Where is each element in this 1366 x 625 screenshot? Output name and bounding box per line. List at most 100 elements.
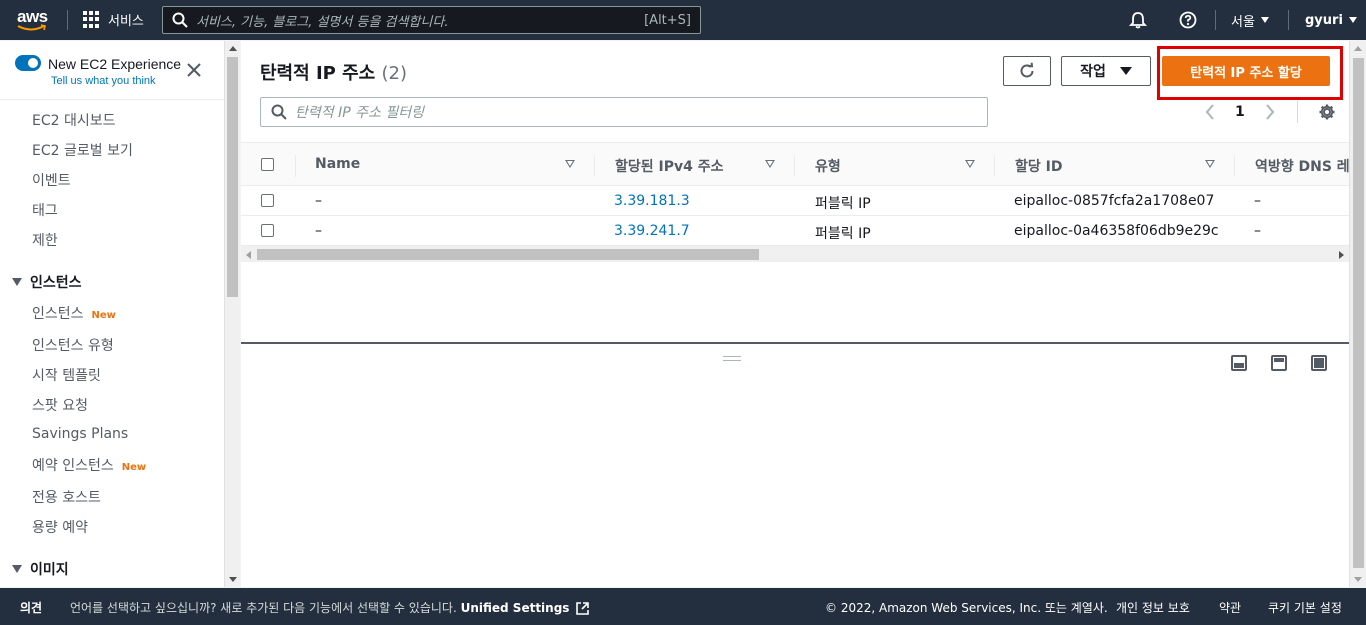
footer: 의견 언어를 선택하고 싶으십니까? 새로 추가된 다음 기능에서 선택할 수 … [0, 588, 1366, 625]
page-title-text: 탄력적 IP 주소 [260, 63, 376, 84]
copyright-text: © 2022, Amazon Web Services, Inc. 또는 계열사… [825, 601, 1108, 615]
language-notice: 언어를 선택하고 싶으십니까? 새로 추가된 다음 기능에서 선택할 수 있습니… [70, 599, 590, 616]
sidebar-item-dedicated-hosts[interactable]: 전용 호스트 [32, 487, 101, 507]
column-divider [794, 155, 795, 177]
nav-divider [67, 10, 68, 30]
column-divider [295, 155, 296, 177]
terms-link[interactable]: 약관 [1219, 599, 1241, 616]
sidebar-item-capacity-reservations[interactable]: 용량 예약 [32, 517, 88, 537]
search-shortcut: [Alt+S] [644, 12, 691, 28]
cell-ipv4-link[interactable]: 3.39.181.3 [614, 193, 690, 209]
sidebar-item-global-view[interactable]: EC2 글로벌 보기 [32, 140, 133, 160]
sidebar-item-savings-plans[interactable]: Savings Plans [32, 426, 128, 442]
scroll-up-icon[interactable] [1354, 46, 1362, 51]
cookie-preferences-link[interactable]: 쿠키 기본 설정 [1268, 599, 1342, 616]
sidebar-item-instance-types[interactable]: 인스턴스 유형 [32, 335, 114, 355]
caret-down-icon [12, 278, 22, 286]
row-checkbox[interactable] [261, 224, 274, 237]
column-header-type[interactable]: 유형 [815, 156, 841, 176]
column-divider [1234, 155, 1235, 177]
cell-name: – [315, 223, 322, 239]
cell-ipv4-link[interactable]: 3.39.241.7 [614, 223, 690, 239]
section-label: 인스턴스 [30, 275, 82, 291]
sidebar-section-instances[interactable]: 인스턴스 [12, 272, 82, 292]
sidebar-item-reserved-instances[interactable]: 예약 인스턴스 New [32, 455, 146, 475]
scroll-down-icon[interactable] [229, 577, 237, 582]
aws-logo[interactable]: aws [17, 8, 51, 32]
page-number[interactable]: 1 [1235, 104, 1245, 120]
sort-icon[interactable] [1205, 160, 1215, 168]
feedback-link[interactable]: Tell us what you think [51, 75, 156, 87]
chevron-right-icon[interactable] [1265, 104, 1275, 120]
user-label: gyuri [1305, 12, 1343, 28]
column-header-name[interactable]: Name [315, 156, 360, 172]
scroll-up-icon[interactable] [229, 46, 237, 51]
allocate-elastic-ip-button[interactable]: 탄력적 IP 주소 할당 [1162, 56, 1330, 86]
bell-icon [1129, 12, 1147, 29]
resize-grip-icon[interactable] [723, 356, 741, 361]
region-selector[interactable]: 서울 [1231, 0, 1269, 40]
sidebar-item-instances[interactable]: 인스턴스 New [32, 303, 116, 323]
sidebar-section-images[interactable]: 이미지 [12, 559, 69, 579]
column-divider [594, 155, 595, 177]
scroll-right-icon[interactable] [1339, 251, 1344, 259]
sidebar-item-tags[interactable]: 태그 [32, 200, 58, 220]
filter-input[interactable]: 탄력적 IP 주소 필터링 [260, 97, 988, 127]
scroll-thumb[interactable] [227, 57, 238, 297]
item-count: (2) [381, 63, 408, 84]
notifications-button[interactable] [1129, 0, 1147, 40]
sidebar-item-spot-requests[interactable]: 스팟 요청 [32, 395, 88, 415]
sidebar-item-label: 예약 인스턴스 [32, 458, 114, 474]
sidebar-item-dashboard[interactable]: EC2 대시보드 [32, 110, 116, 130]
sort-icon[interactable] [765, 160, 775, 168]
column-header-ipv4[interactable]: 할당된 IPv4 주소 [615, 156, 724, 176]
feedback-link[interactable]: 의견 [20, 599, 42, 616]
cell-type: 퍼블릭 IP [815, 226, 871, 242]
table-row[interactable]: – 3.39.241.7 퍼블릭 IP eipalloc-0a46358f06d… [241, 216, 1349, 246]
split-full-icon[interactable] [1311, 355, 1327, 371]
main-scrollbar[interactable] [1349, 41, 1366, 587]
cell-name: – [315, 193, 322, 209]
actions-dropdown-button[interactable]: 작업 [1061, 56, 1151, 86]
scroll-thumb[interactable] [257, 249, 759, 260]
unified-settings-link[interactable]: Unified Settings [461, 601, 570, 615]
search-icon [271, 104, 287, 120]
table-row[interactable]: – 3.39.181.3 퍼블릭 IP eipalloc-0857fcfa2a1… [241, 186, 1349, 216]
scroll-down-icon[interactable] [1354, 577, 1362, 582]
scroll-thumb[interactable] [1353, 58, 1364, 568]
caret-down-icon [1119, 67, 1132, 75]
global-search-input[interactable]: 서비스, 기능, 블로그, 설명서 등을 검색합니다. [Alt+S] [162, 6, 701, 34]
sidebar-scrollbar[interactable] [224, 41, 240, 587]
region-label: 서울 [1231, 14, 1255, 30]
account-menu[interactable]: gyuri [1305, 0, 1357, 40]
privacy-link[interactable]: 개인 정보 보호 [1116, 599, 1190, 616]
column-header-reverse-dns[interactable]: 역방향 DNS 레 [1255, 156, 1350, 176]
chevron-left-icon[interactable] [1205, 104, 1215, 120]
table-horizontal-scrollbar[interactable] [241, 246, 1349, 262]
row-checkbox[interactable] [261, 194, 274, 207]
refresh-button[interactable] [1003, 56, 1051, 86]
gear-icon[interactable] [1318, 103, 1336, 121]
sidebar-item-launch-templates[interactable]: 시작 템플릿 [32, 365, 101, 385]
sidebar-item-limits[interactable]: 제한 [32, 230, 58, 250]
sidebar-item-events[interactable]: 이벤트 [32, 170, 71, 190]
sort-icon[interactable] [565, 160, 575, 168]
pagination: 1 [1205, 101, 1336, 123]
split-half-icon[interactable] [1271, 355, 1287, 371]
close-icon[interactable] [185, 61, 203, 79]
column-header-allocation-id[interactable]: 할당 ID [1015, 156, 1062, 176]
sort-icon[interactable] [965, 160, 975, 168]
sidebar-item-label: 스팟 요청 [32, 398, 88, 414]
split-panel-divider[interactable] [241, 342, 1349, 344]
new-experience-toggle[interactable] [15, 55, 41, 71]
sidebar: New EC2 Experience Tell us what you thin… [0, 41, 224, 587]
services-menu-button[interactable]: 서비스 [83, 10, 144, 29]
sidebar-item-label: Savings Plans [32, 426, 129, 442]
help-button[interactable] [1179, 0, 1197, 40]
select-all-checkbox[interactable] [261, 158, 274, 171]
top-navigation: aws 서비스 서비스, 기능, 블로그, 설명서 등을 검색합니다. [Alt… [0, 0, 1366, 40]
search-icon [172, 12, 188, 28]
split-bottom-icon[interactable] [1231, 355, 1247, 371]
scroll-left-icon[interactable] [246, 251, 251, 259]
grid-icon [83, 11, 100, 28]
